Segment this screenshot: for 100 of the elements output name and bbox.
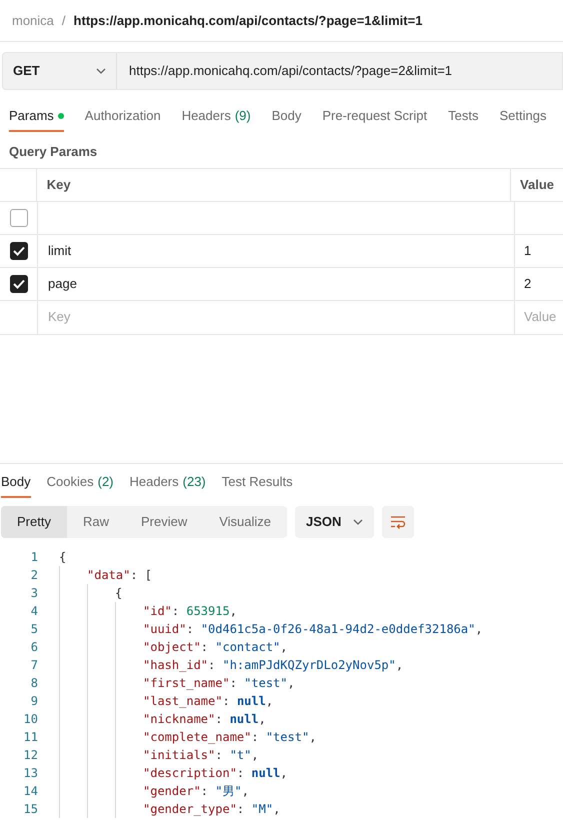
json-value: "M"	[251, 800, 274, 818]
json-punctuation: :	[172, 602, 180, 620]
json-punctuation: ,	[230, 602, 237, 620]
json-key: "gender"	[143, 782, 201, 800]
json-punctuation: ,	[280, 638, 288, 656]
json-value: "t"	[230, 746, 252, 764]
line-number: 1	[30, 548, 38, 566]
json-value: null	[251, 764, 280, 782]
json-punctuation: {	[115, 584, 122, 602]
tab-count: (23)	[182, 473, 206, 492]
json-value: "test"	[244, 674, 288, 692]
line-number: 6	[30, 638, 38, 656]
json-punctuation: ,	[251, 746, 259, 764]
breadcrumb-separator: /	[62, 12, 66, 30]
json-value: null	[236, 692, 266, 710]
line-number: 4	[30, 602, 38, 620]
param-value[interactable]: 2	[524, 274, 532, 294]
request-tab[interactable]: Params	[9, 102, 64, 132]
json-punctuation: :	[215, 710, 224, 728]
json-punctuation: :	[230, 674, 238, 692]
json-key: "nickname"	[143, 710, 216, 728]
checkbox[interactable]	[10, 274, 28, 292]
wrap-lines-icon	[390, 514, 406, 528]
json-punctuation: ,	[475, 620, 483, 638]
json-value: "0d461c5a-0f26-48a1-94d2-e0ddef32186a"	[200, 620, 476, 638]
param-key[interactable]: limit	[48, 240, 72, 260]
view-mode-option[interactable]: Pretty	[1, 506, 67, 538]
view-mode-option[interactable]: Visualize	[203, 506, 288, 538]
value-field[interactable]: Value	[515, 300, 563, 334]
view-mode-option[interactable]: Preview	[124, 506, 204, 538]
line-number: 10	[22, 710, 38, 728]
json-key: "object"	[143, 638, 201, 656]
line-number: 11	[22, 728, 38, 746]
json-key: "uuid"	[143, 620, 186, 638]
json-key: "data"	[87, 566, 130, 584]
format-dropdown[interactable]: JSON	[295, 506, 374, 538]
request-tab[interactable]: Tests	[448, 102, 478, 132]
json-punctuation: ,	[288, 674, 295, 692]
json-punctuation: :	[200, 638, 210, 656]
key-field[interactable]: Key	[38, 300, 515, 334]
tab-count: (2)	[98, 473, 114, 492]
checkbox[interactable]	[10, 242, 28, 260]
json-punctuation: :	[251, 728, 260, 746]
line-number: 5	[30, 620, 38, 638]
view-mode-option[interactable]: Raw	[66, 506, 125, 538]
line-number: 9	[30, 692, 38, 710]
json-value: "男"	[215, 782, 242, 800]
line-number: 15	[22, 800, 38, 818]
json-punctuation: ,	[266, 692, 274, 710]
json-punctuation: ,	[273, 800, 280, 818]
response-tab[interactable]: Body	[1, 468, 31, 498]
json-punctuation: ,	[280, 764, 288, 782]
json-key: "gender_type"	[143, 800, 237, 818]
json-value: "contact"	[215, 638, 280, 656]
request-tab[interactable]: Headers (9)	[182, 102, 251, 132]
collection-name[interactable]: monica	[12, 10, 54, 30]
column-header: Key	[36, 168, 512, 200]
json-key: "first_name"	[143, 674, 230, 692]
section-title: Query Params	[8, 143, 98, 161]
request-name: https://app.monicahq.com/api/contacts/?page=1&limit=1	[74, 12, 422, 30]
checkmark-icon	[12, 278, 24, 288]
response-tab[interactable]: Cookies (2)	[46, 468, 114, 498]
json-key: "complete_name"	[143, 728, 252, 746]
json-punctuation: :	[236, 800, 246, 818]
param-value[interactable]: 1	[524, 240, 532, 260]
json-punctuation: :	[236, 764, 246, 782]
response-tab[interactable]: Headers (23)	[130, 468, 206, 498]
param-key[interactable]: page	[48, 274, 77, 294]
json-key: "initials"	[143, 746, 216, 764]
json-punctuation: :	[222, 692, 231, 710]
json-key: "id"	[143, 602, 172, 620]
json-punctuation: :	[200, 782, 210, 800]
json-value: 653915	[186, 602, 230, 620]
json-punctuation: :	[208, 656, 216, 674]
line-number: 14	[22, 782, 38, 800]
json-key: "hash_id"	[143, 656, 208, 674]
request-tab[interactable]: Authorization	[84, 102, 161, 132]
json-key: "description"	[143, 764, 237, 782]
line-number: 12	[22, 746, 38, 764]
line-number: 13	[22, 764, 38, 782]
json-value: null	[230, 710, 259, 728]
json-key: "last_name"	[143, 692, 222, 710]
chevron-down-icon	[353, 518, 364, 524]
json-punctuation: :	[215, 746, 224, 764]
json-punctuation: ,	[309, 728, 316, 746]
line-number: 3	[30, 584, 38, 602]
json-value: "h:amPJdKQZyrDLo2yNov5p"	[222, 656, 396, 674]
json-punctuation: :	[186, 620, 195, 638]
checkmark-icon	[12, 246, 24, 256]
json-punctuation: ,	[258, 710, 266, 728]
request-tab[interactable]: Body	[272, 102, 302, 132]
json-punctuation: ,	[242, 782, 249, 800]
request-tab[interactable]: Pre-request Script	[322, 102, 428, 132]
request-tab[interactable]: Settings	[499, 102, 546, 132]
wrap-lines-button[interactable]	[382, 506, 414, 538]
json-punctuation: {	[59, 548, 66, 566]
response-tab[interactable]: Test Results	[222, 468, 293, 498]
line-number: 2	[30, 566, 38, 584]
column-header: Value	[519, 176, 555, 194]
checkbox[interactable]	[10, 208, 28, 226]
